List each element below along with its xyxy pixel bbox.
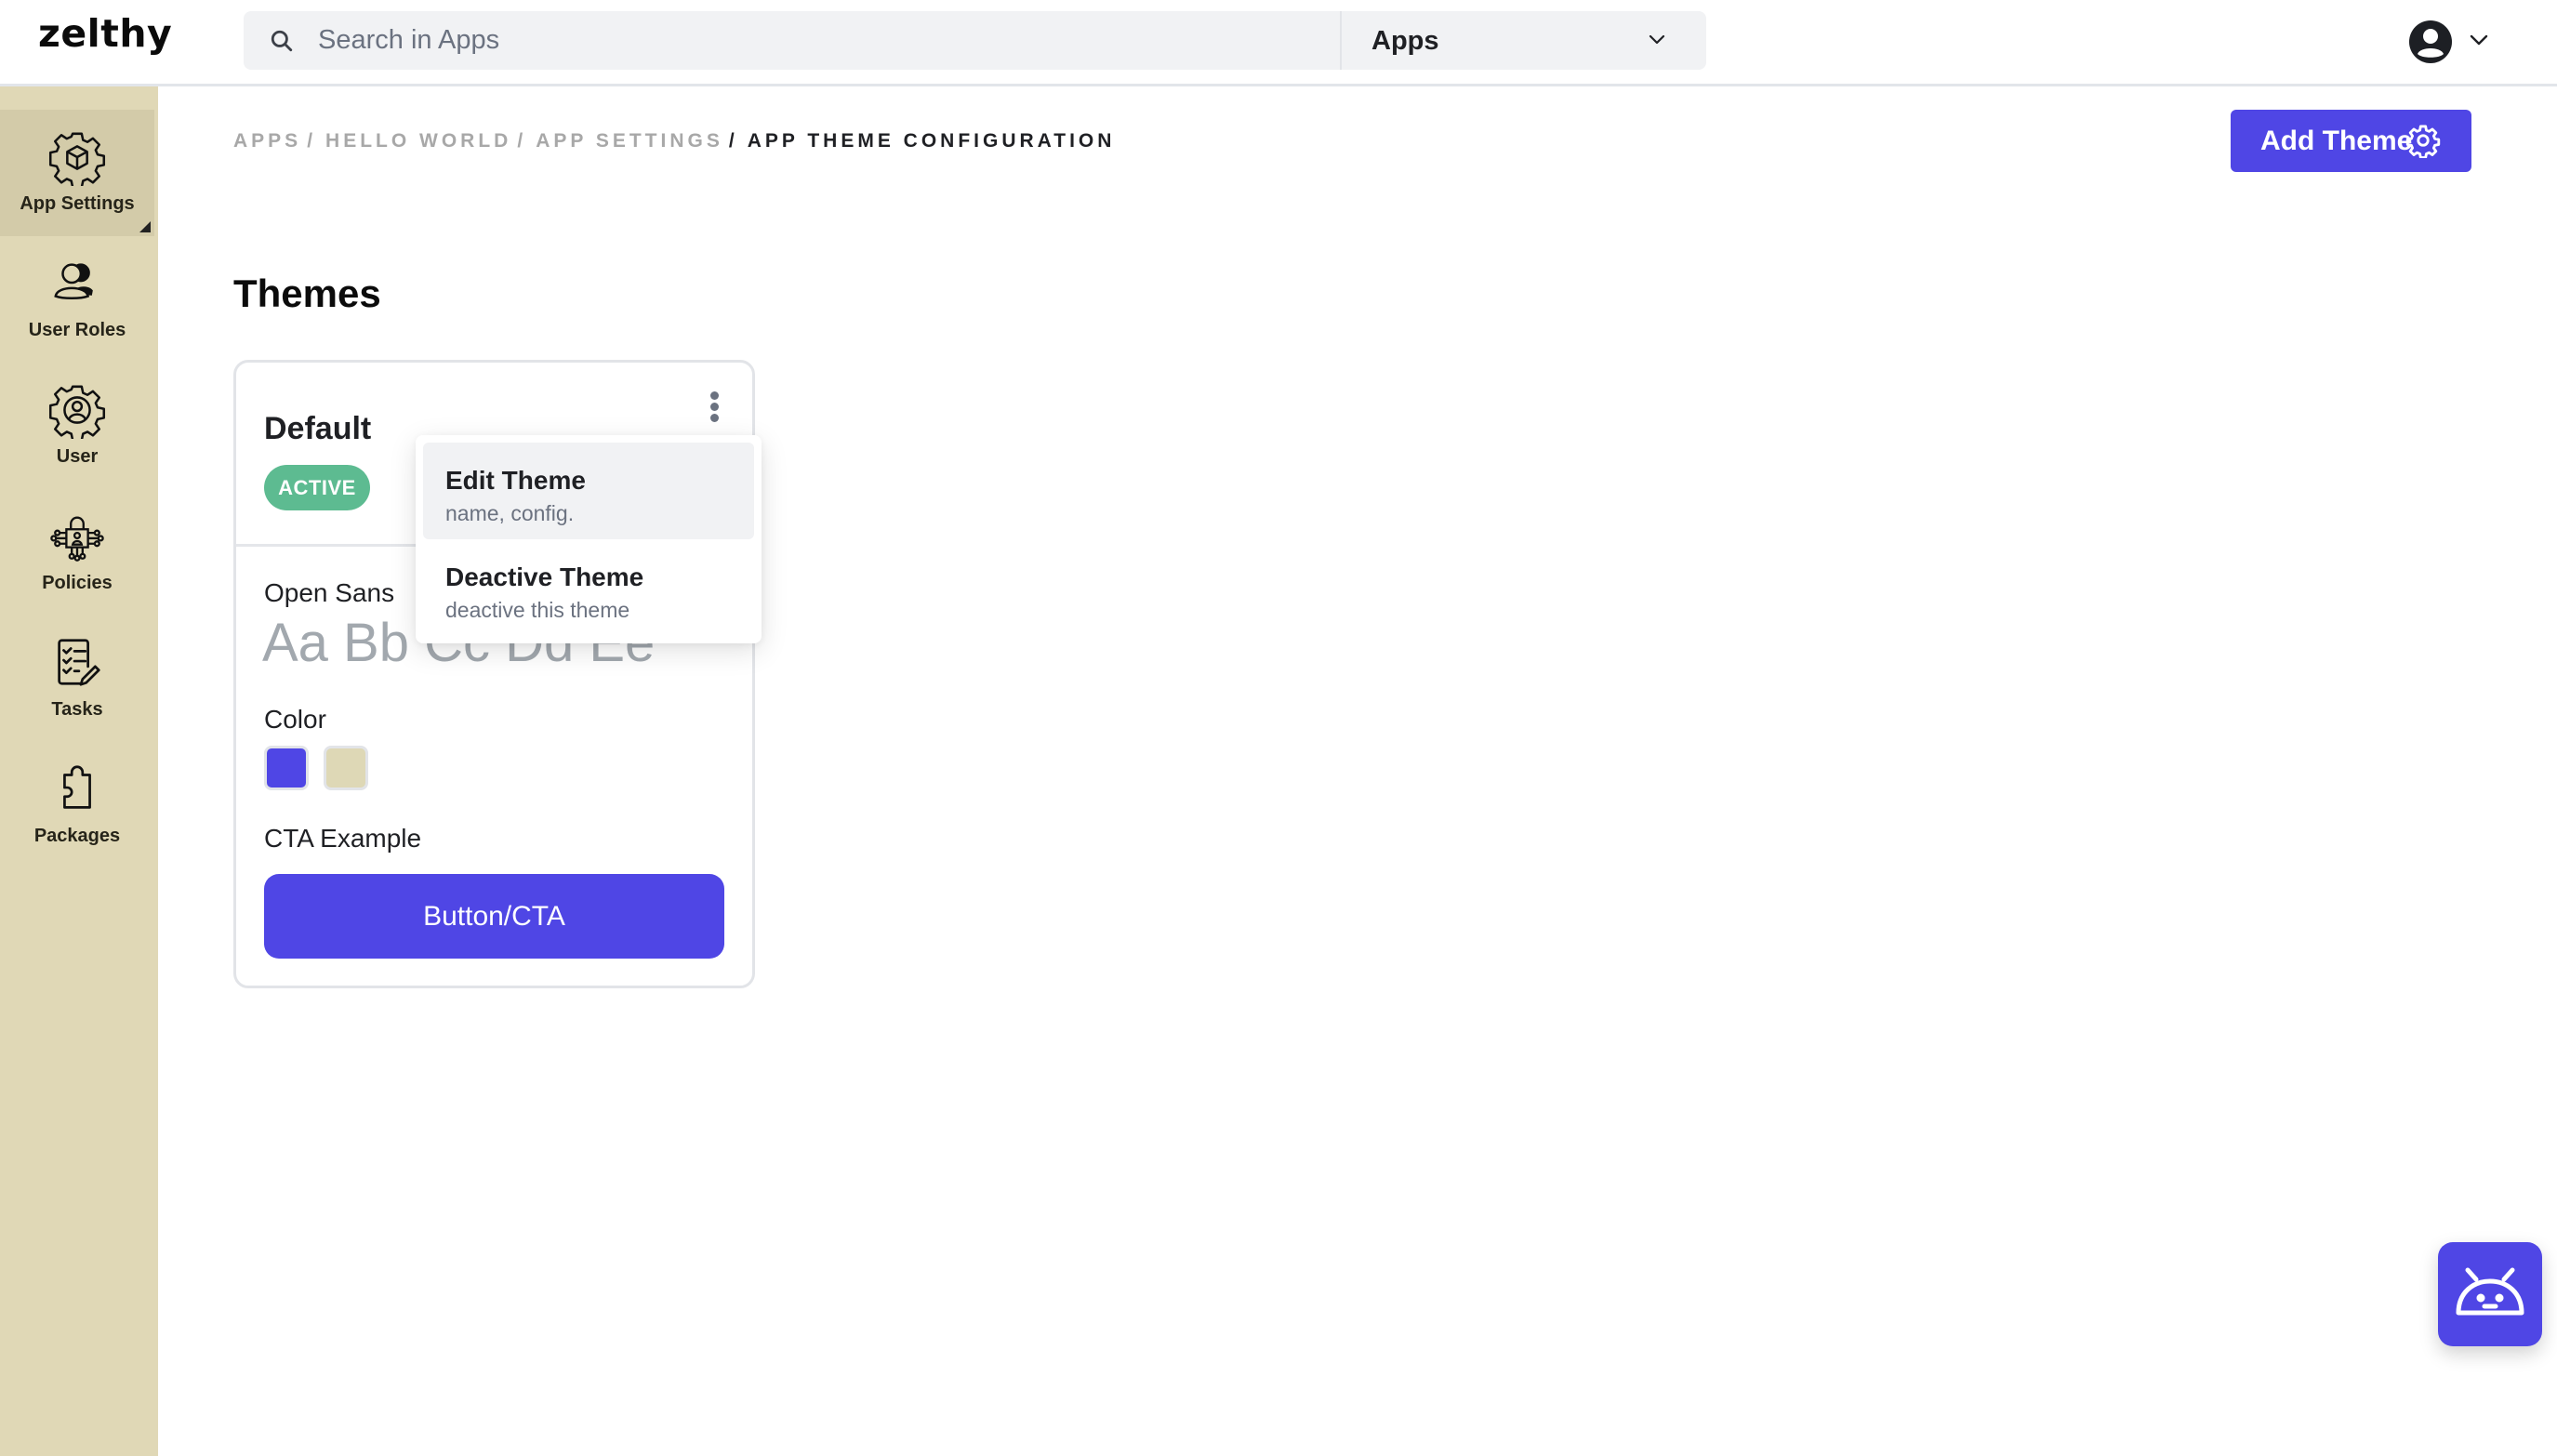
search-icon	[271, 30, 293, 52]
packages-icon	[63, 765, 91, 809]
add-theme-label: Add Theme	[2260, 125, 2413, 156]
menu-item-title: Edit Theme	[445, 466, 586, 495]
sidebar-item-app-settings[interactable]: App Settings	[0, 110, 154, 236]
breadcrumb-separator: /	[728, 130, 738, 152]
sidebar-item-tasks[interactable]: Tasks	[0, 615, 154, 742]
menu-item-subtitle: name, config.	[445, 501, 575, 525]
sidebar-item-user[interactable]: User	[0, 363, 154, 489]
user-roles-icon	[54, 263, 93, 300]
color-swatch-primary	[264, 746, 309, 790]
more-options-icon[interactable]	[703, 389, 725, 426]
breadcrumb: APPS / HELLO WORLD / APP SETTINGS / APP THEME …	[233, 130, 1115, 152]
menu-item-subtitle: deactive this theme	[445, 598, 630, 622]
sidebar-item-policies[interactable]: Policies	[0, 489, 154, 615]
top-header: zelthy Apps	[0, 0, 2557, 86]
cta-label: CTA Example	[264, 824, 422, 853]
tasks-icon	[58, 639, 100, 686]
sidebar-item-label: User Roles	[28, 320, 126, 340]
account-avatar-icon[interactable]	[2408, 20, 2453, 64]
expand-corner-icon	[139, 221, 151, 232]
breadcrumb-separator: /	[307, 130, 317, 152]
menu-item-title: Deactive Theme	[445, 563, 644, 591]
search-input[interactable]	[318, 11, 1341, 70]
color-label: Color	[264, 705, 326, 734]
sidebar-item-user-roles[interactable]: User Roles	[0, 236, 154, 363]
sidebar-item-label: Policies	[42, 573, 113, 593]
page-title: Themes	[233, 271, 381, 315]
breadcrumb-item-apps[interactable]: APPS	[233, 130, 301, 152]
sidebar-item-label: User	[56, 446, 99, 467]
font-name: Open Sans	[264, 578, 395, 607]
gear-icon	[2405, 125, 2441, 158]
breadcrumb-current: APP THEME CONFIGURATION	[747, 130, 1116, 152]
menu-item-edit-theme[interactable]: Edit Theme name, config.	[423, 443, 754, 539]
breadcrumb-separator: /	[517, 130, 527, 152]
user-gear-icon	[48, 385, 106, 439]
theme-options-menu: Edit Theme name, config. Deactive Theme …	[416, 435, 762, 643]
account-chevron-down-icon[interactable]	[2470, 33, 2488, 46]
theme-name: Default	[264, 411, 372, 446]
sidebar-item-label: Packages	[33, 826, 121, 846]
chatbot-button[interactable]	[2438, 1242, 2542, 1346]
app-settings-icon	[48, 132, 106, 186]
logo[interactable]: zelthy	[38, 11, 172, 56]
breadcrumb-item-hello-world[interactable]: HELLO WORLD	[325, 130, 511, 152]
sidebar: App Settings User Roles User Policies Ta…	[0, 86, 158, 1456]
scope-select[interactable]: Apps	[1340, 11, 1706, 70]
color-swatch-secondary	[324, 746, 368, 790]
scope-select-value: Apps	[1371, 26, 1439, 56]
chevron-down-icon	[1649, 34, 1665, 45]
search-bar: Apps	[244, 11, 1706, 70]
menu-item-deactive-theme[interactable]: Deactive Theme deactive this theme	[423, 539, 754, 636]
policies-icon	[50, 516, 104, 562]
robot-icon	[2456, 1267, 2524, 1316]
sidebar-item-label: Tasks	[51, 699, 103, 720]
status-badge: ACTIVE	[264, 465, 370, 510]
sidebar-item-packages[interactable]: Packages	[0, 742, 154, 868]
cta-example-button[interactable]: Button/CTA	[264, 874, 724, 959]
add-theme-button[interactable]: Add Theme	[2231, 110, 2471, 172]
breadcrumb-item-app-settings[interactable]: APP SETTINGS	[536, 130, 723, 152]
sidebar-item-label: App Settings	[20, 193, 135, 214]
